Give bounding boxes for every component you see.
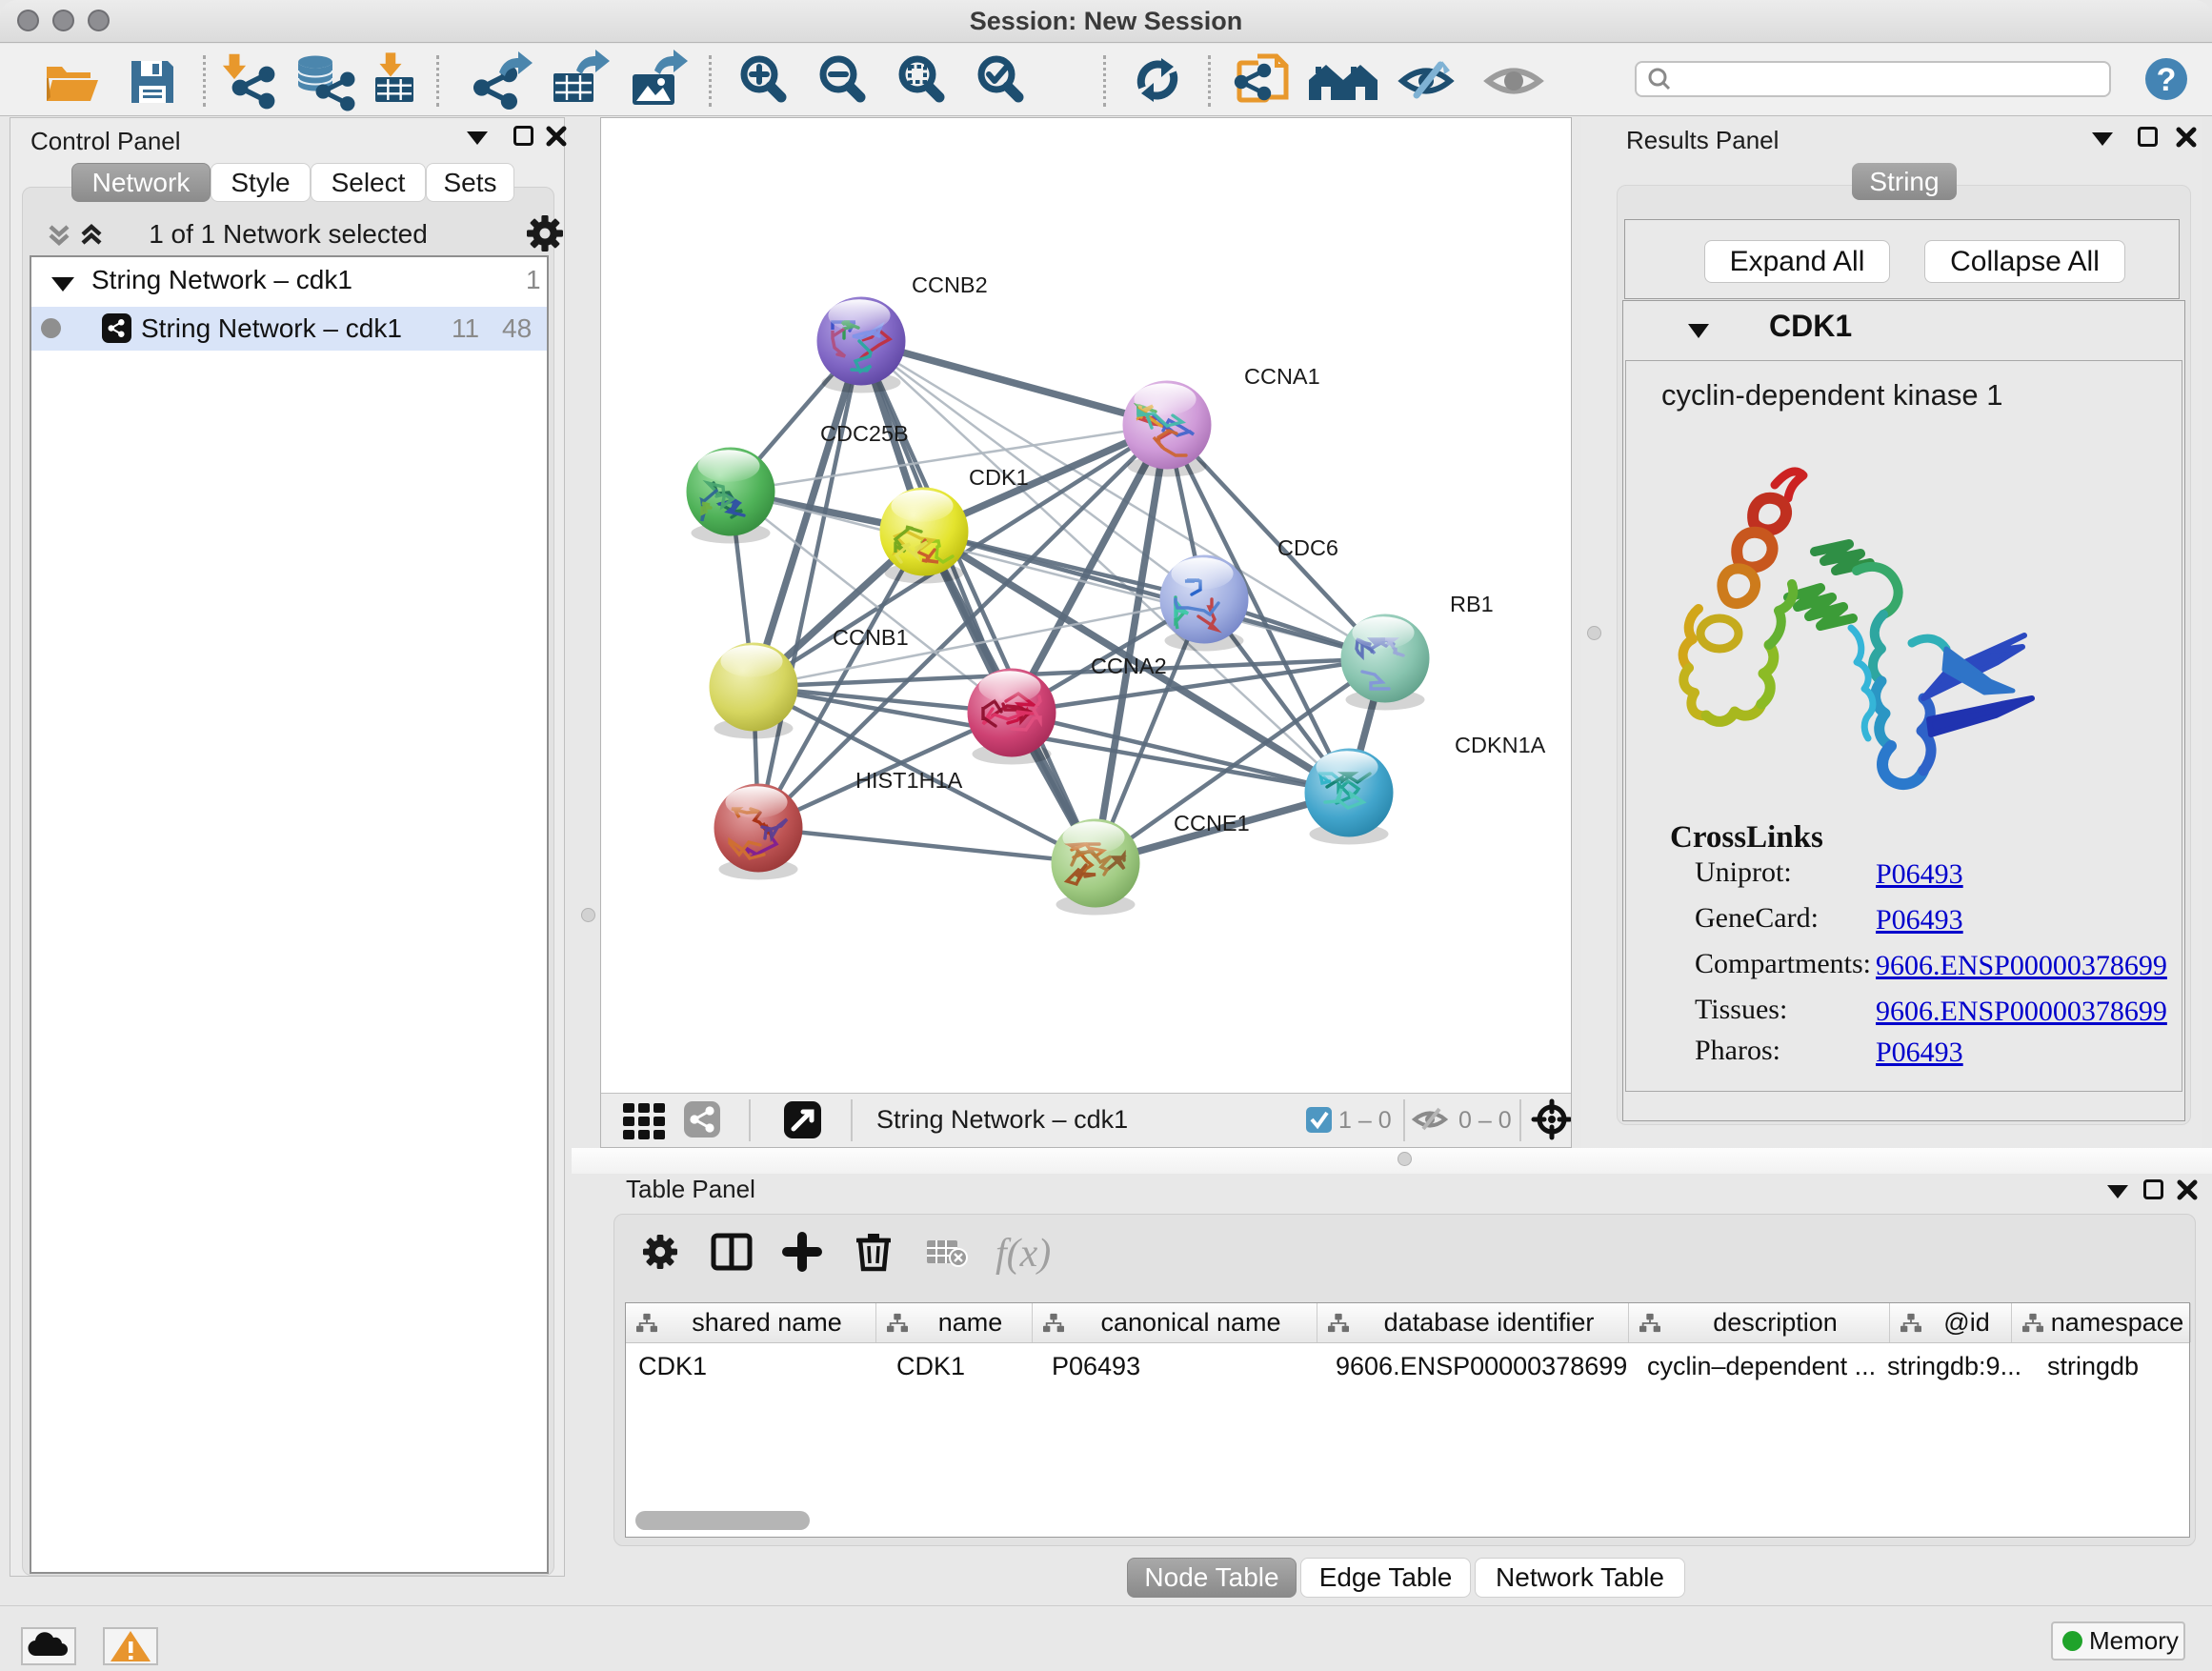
svg-text:CDC25B: CDC25B: [820, 421, 909, 446]
svg-text:f(x): f(x): [995, 1232, 1051, 1276]
svg-text:CCNA2: CCNA2: [1091, 654, 1167, 678]
svg-text:HIST1H1A: HIST1H1A: [855, 768, 963, 793]
svg-text:CCNA1: CCNA1: [1244, 364, 1320, 389]
svg-text:CDKN1A: CDKN1A: [1455, 733, 1546, 757]
svg-text:0 – 0: 0 – 0: [1458, 1107, 1512, 1134]
svg-text:RB1: RB1: [1450, 592, 1494, 616]
svg-text:CCNE1: CCNE1: [1174, 811, 1250, 836]
svg-text:1 – 0: 1 – 0: [1338, 1107, 1392, 1134]
svg-text:CCNB1: CCNB1: [833, 625, 909, 650]
svg-text:?: ?: [2157, 62, 2177, 98]
svg-text:CDC6: CDC6: [1277, 535, 1338, 560]
svg-text:String Network – cdk1: String Network – cdk1: [876, 1105, 1128, 1134]
svg-text:CDK1: CDK1: [969, 465, 1029, 490]
svg-text:CCNB2: CCNB2: [912, 272, 988, 297]
